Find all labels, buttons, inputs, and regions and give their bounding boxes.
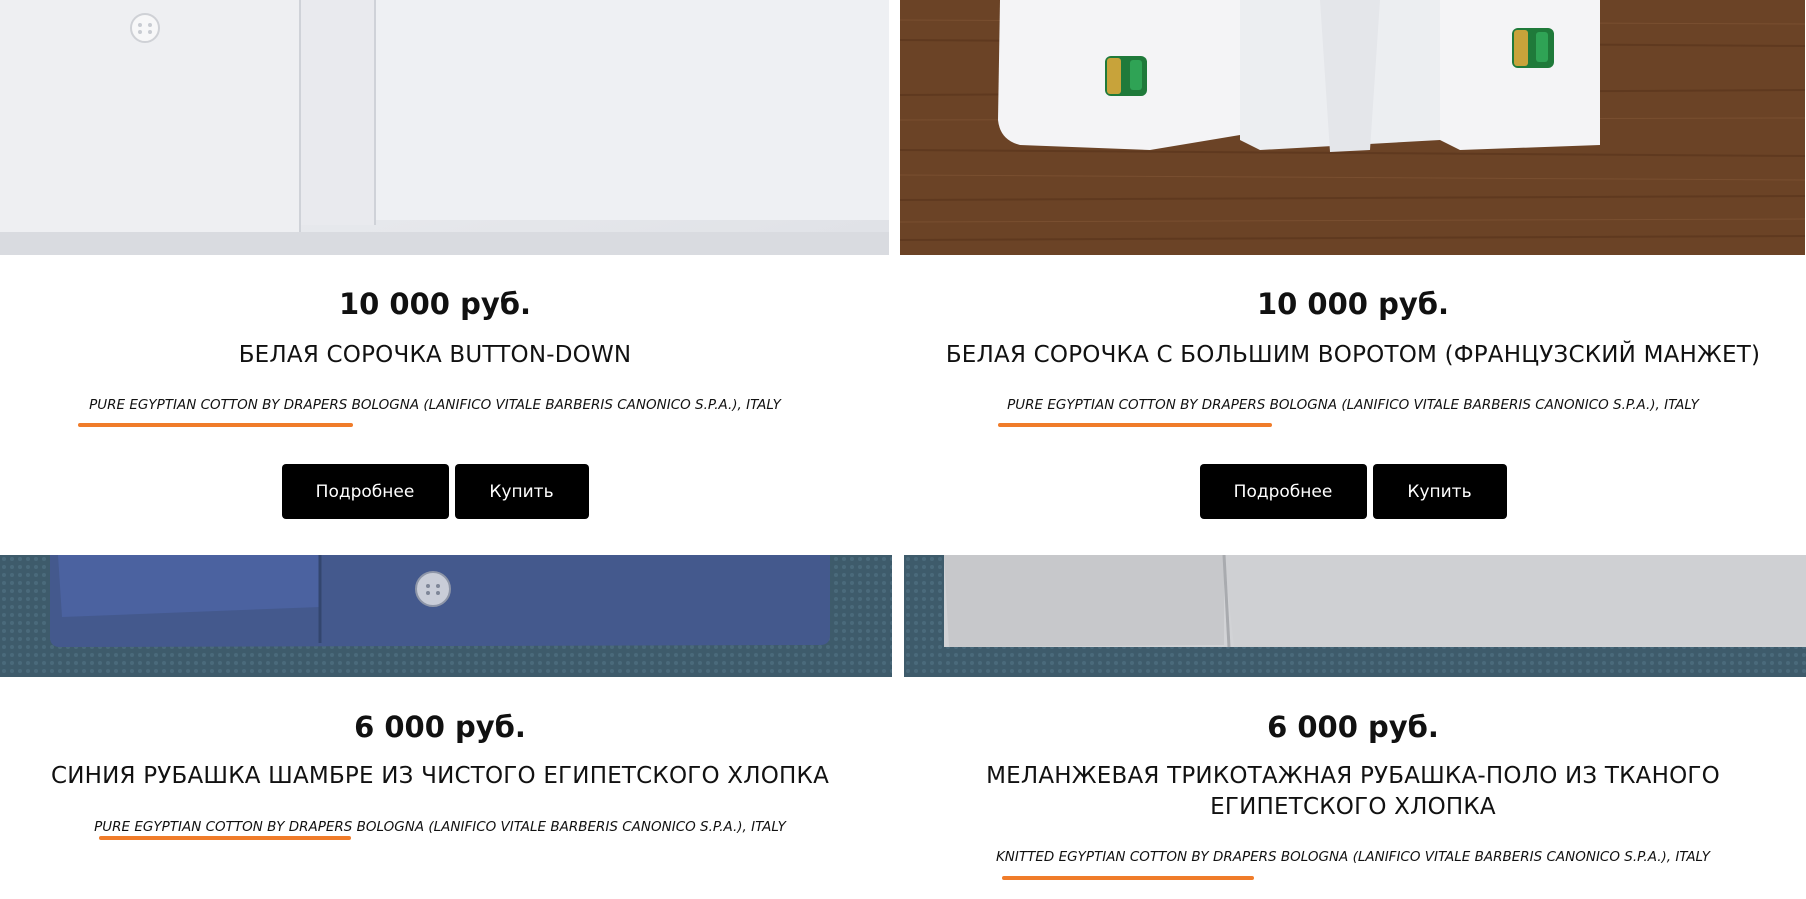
buy-button[interactable]: Купить	[1372, 464, 1507, 519]
product-card: 6 000 руб. МЕЛАНЖЕВАЯ ТРИКОТАЖНАЯ РУБАШК…	[900, 555, 1806, 899]
product-price: 10 000 руб.	[1256, 287, 1449, 321]
product-fabric: KNITTED EGYPTIAN COTTON BY DRAPERS BOLOG…	[995, 849, 1711, 865]
product-title[interactable]: СИНИЯ РУБАШКА ШАМБРЕ ИЗ ЧИСТОГО ЕГИПЕТСК…	[0, 761, 880, 792]
fabric-accent-underline	[99, 836, 351, 840]
product-fabric: PURE EGYPTIAN COTTON BY DRAPERS BOLOGNA …	[1007, 397, 1699, 413]
product-title[interactable]: БЕЛАЯ СОРОЧКА С БОЛЬШИМ ВОРОТОМ (ФРАНЦУЗ…	[900, 340, 1806, 371]
product-photo-melange-polo-shirt[interactable]	[904, 555, 1806, 677]
product-card: 10 000 руб. БЕЛАЯ СОРОЧКА С БОЛЬШИМ ВОРО…	[900, 0, 1806, 555]
product-photo-white-shirt[interactable]	[0, 0, 889, 255]
product-fabric: PURE EGYPTIAN COTTON BY DRAPERS BOLOGNA …	[89, 397, 781, 413]
product-card: 6 000 руб. СИНИЯ РУБАШКА ШАМБРЕ ИЗ ЧИСТО…	[0, 555, 892, 899]
product-photo-blue-chambray-shirt[interactable]	[0, 555, 892, 677]
details-button[interactable]: Подробнее	[281, 464, 449, 519]
product-fabric: PURE EGYPTIAN COTTON BY DRAPERS BOLOGNA …	[94, 819, 786, 835]
fabric-accent-underline	[78, 423, 353, 427]
white-shirt-image	[0, 0, 889, 255]
fabric-accent-underline	[1002, 876, 1254, 880]
product-card: 10 000 руб. БЕЛАЯ СОРОЧКА BUTTON-DOWN PU…	[0, 0, 890, 555]
product-actions: Подробнее Купить	[900, 464, 1806, 519]
buy-button[interactable]: Купить	[454, 464, 589, 519]
french-cuff-shirt-image	[900, 0, 1805, 255]
product-price: 6 000 руб.	[1267, 710, 1439, 744]
details-button[interactable]: Подробнее	[1199, 464, 1367, 519]
product-actions: Подробнее Купить	[0, 464, 870, 519]
product-photo-french-cuff-shirt[interactable]	[900, 0, 1805, 255]
product-title[interactable]: БЕЛАЯ СОРОЧКА BUTTON-DOWN	[0, 340, 870, 371]
melange-polo-shirt-image	[904, 555, 1806, 677]
fabric-accent-underline	[998, 423, 1272, 427]
product-price: 6 000 руб.	[354, 710, 526, 744]
product-title[interactable]: МЕЛАНЖЕВАЯ ТРИКОТАЖНАЯ РУБАШКА-ПОЛО ИЗ Т…	[900, 761, 1806, 823]
blue-chambray-shirt-image	[0, 555, 892, 677]
product-price: 10 000 руб.	[338, 287, 531, 321]
